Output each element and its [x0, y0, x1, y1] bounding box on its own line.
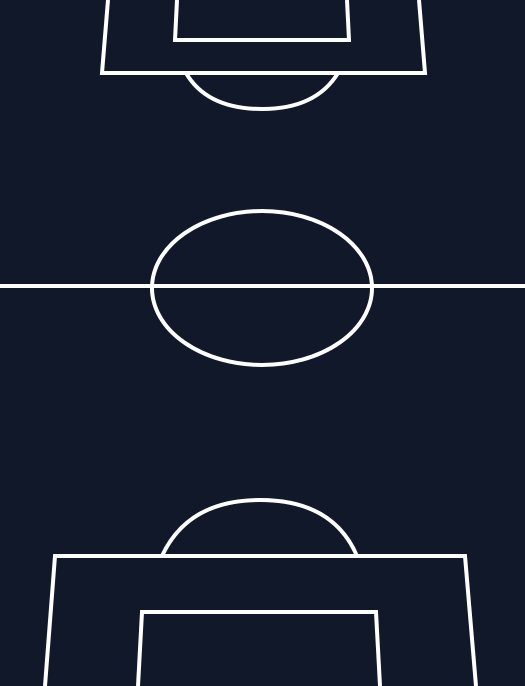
football-pitch: [0, 0, 525, 686]
pitch-canvas: [0, 0, 525, 686]
pitch-surface: [0, 0, 525, 686]
